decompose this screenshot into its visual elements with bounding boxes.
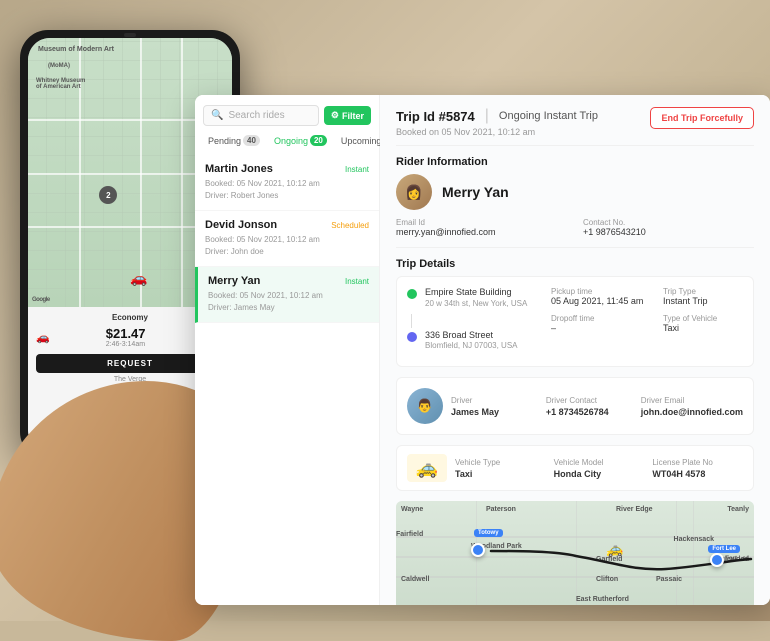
trip-times: Pickup time 05 Aug 2021, 11:45 am Dropof… — [551, 287, 651, 356]
route-svg — [396, 501, 754, 605]
phone-map-label-moma: Museum of Modern Art — [38, 46, 114, 53]
search-placeholder: Search rides — [228, 110, 284, 121]
dropoff-dot — [407, 332, 417, 342]
tabs-row: Pending 40 Ongoing 20 Upcoming ▾ — [195, 132, 379, 155]
ride-name-merry: Merry Yan — [208, 275, 260, 287]
pickup-sub: 20 w 34th st, New York, USA — [425, 299, 527, 308]
ride-list: Martin Jones Instant Booked: 05 Nov 2021… — [195, 155, 379, 605]
trip-section-title: Trip Details — [396, 258, 754, 270]
vehicle-plate-block: License Plate No WT04H 4578 — [652, 458, 743, 479]
vehicle-type-block: Vehicle Type Taxi — [455, 458, 546, 479]
main-panel: 🔍 Search rides ⚙ Filter Pending 40 Ongoi… — [195, 95, 770, 605]
route-stops: Empire State Building 20 w 34th st, New … — [407, 287, 539, 356]
dropoff-time-label: Dropoff time — [551, 314, 651, 323]
map-taxi-marker: 🚕 — [605, 541, 624, 559]
driver-email-block: Driver Email john.doe@innofied.com — [641, 396, 743, 417]
google-logo: Google — [32, 297, 50, 303]
vehicle-type-display: Taxi — [455, 469, 546, 479]
vehicle-type-label: Type of Vehicle — [663, 314, 743, 323]
search-input-wrap[interactable]: 🔍 Search rides — [203, 105, 319, 126]
driver-section: 👨 Driver James May Driver Contact +1 873… — [396, 377, 754, 435]
vehicle-plate: WT04H 4578 — [652, 469, 743, 479]
email-value: merry.yan@innofied.com — [396, 227, 567, 237]
trip-type-label: Trip Type — [663, 287, 743, 296]
tab-pending-badge: 40 — [243, 135, 260, 146]
ride-meta-devid: Booked: 05 Nov 2021, 10:12 am Driver: Jo… — [205, 234, 369, 258]
tab-pending[interactable]: Pending 40 — [203, 132, 265, 149]
pickup-dot — [407, 289, 417, 299]
map-label-fortlee: Fort Lee — [708, 545, 740, 553]
email-label: Email Id — [396, 218, 567, 227]
ride-meta-merry: Booked: 05 Nov 2021, 10:12 am Driver: Ja… — [208, 290, 369, 314]
ride-meta-martin: Booked: 05 Nov 2021, 10:12 am Driver: Ro… — [205, 178, 369, 202]
ride-item-merry[interactable]: Merry Yan Instant Booked: 05 Nov 2021, 1… — [195, 267, 379, 323]
trip-type-col: Trip Type Instant Trip Type of Vehicle T… — [663, 287, 743, 356]
pickup-stop: Empire State Building 20 w 34th st, New … — [407, 287, 539, 308]
contact-value: +1 9876543210 — [583, 227, 754, 237]
ride-item-devid[interactable]: Devid Jonson Scheduled Booked: 05 Nov 20… — [195, 211, 379, 267]
phone-car-marker: 🚗 — [130, 270, 147, 287]
rides-sidebar: 🔍 Search rides ⚙ Filter Pending 40 Ongoi… — [195, 95, 380, 605]
driver-avatar: 👨 — [407, 388, 443, 424]
trip-map: Wayne Paterson River Edge Teanly Fairfie… — [396, 501, 754, 605]
ride-type-merry: Instant — [345, 277, 369, 286]
driver-name-block: Driver James May — [451, 396, 538, 417]
tab-ongoing[interactable]: Ongoing 20 — [269, 132, 332, 149]
vehicle-model-block: Vehicle Model Honda City — [554, 458, 645, 479]
rider-info-grid: Email Id merry.yan@innofied.com Contact … — [396, 218, 754, 237]
ride-item-martin[interactable]: Martin Jones Instant Booked: 05 Nov 2021… — [195, 155, 379, 211]
filter-button[interactable]: ⚙ Filter — [324, 106, 371, 125]
rider-info-row: 👩 Merry Yan — [396, 174, 754, 210]
search-bar: 🔍 Search rides ⚙ Filter — [195, 95, 379, 132]
divider-2 — [396, 247, 754, 248]
contact-label: Contact No. — [583, 218, 754, 227]
vehicle-type-value: Taxi — [663, 323, 743, 333]
ride-name-devid: Devid Jonson — [205, 219, 277, 231]
map-label-totowy: Totowy — [474, 529, 503, 537]
route-section: Empire State Building 20 w 34th st, New … — [396, 276, 754, 367]
dropoff-address: 336 Broad Street — [425, 330, 518, 342]
driver-email: john.doe@innofied.com — [641, 407, 743, 417]
vehicle-section: 🚕 Vehicle Type Taxi Vehicle Model Honda … — [396, 445, 754, 491]
divider-1 — [396, 145, 754, 146]
dropoff-stop: 336 Broad Street Blomfield, NJ 07003, US… — [407, 330, 539, 351]
ride-type-devid: Scheduled — [331, 221, 369, 230]
driver-name: James May — [451, 407, 538, 417]
trip-status: Ongoing Instant Trip — [499, 110, 598, 122]
vehicle-icon: 🚕 — [407, 454, 447, 482]
trip-type-value: Instant Trip — [663, 296, 743, 306]
pickup-time-value: 05 Aug 2021, 11:45 am — [551, 296, 651, 306]
rider-avatar: 👩 — [396, 174, 432, 210]
end-trip-button[interactable]: End Trip Forcefully — [650, 107, 754, 129]
trip-booked-date: Booked on 05 Nov 2021, 10:12 am — [396, 127, 598, 137]
vehicle-model: Honda City — [554, 469, 645, 479]
pickup-address: Empire State Building — [425, 287, 527, 299]
ride-name-martin: Martin Jones — [205, 163, 273, 175]
ride-type-martin: Instant — [345, 165, 369, 174]
rider-section-title: Rider Information — [396, 156, 754, 168]
driver-contact-block: Driver Contact +1 8734526784 — [546, 396, 633, 417]
pickup-time-label: Pickup time — [551, 287, 651, 296]
detail-panel: Trip Id #5874 | Ongoing Instant Trip Boo… — [380, 95, 770, 605]
filter-icon: ⚙ — [331, 110, 339, 121]
trip-id: Trip Id #5874 — [396, 109, 475, 124]
driver-contact: +1 8734526784 — [546, 407, 633, 417]
tab-ongoing-badge: 20 — [310, 135, 327, 146]
dropoff-time-value: – — [551, 323, 651, 333]
route-connector — [411, 314, 412, 328]
trip-header: Trip Id #5874 | Ongoing Instant Trip Boo… — [396, 107, 754, 137]
phone-price: $21.47 — [106, 326, 146, 341]
rider-name-display: Merry Yan — [442, 184, 509, 200]
dropoff-sub: Blomfield, NJ 07003, USA — [425, 341, 518, 350]
search-icon: 🔍 — [211, 110, 223, 121]
